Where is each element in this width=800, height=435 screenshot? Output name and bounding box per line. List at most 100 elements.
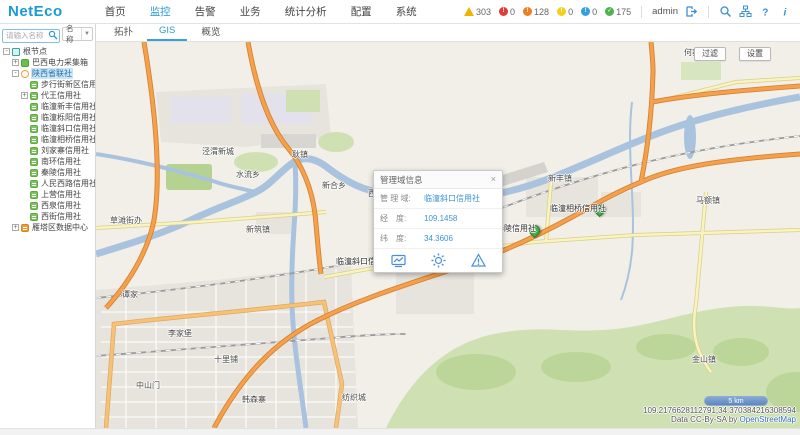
logout-icon[interactable] xyxy=(685,5,698,18)
about-icon[interactable]: i xyxy=(779,5,792,18)
tree-item-label: 人民西路信用社 xyxy=(40,178,95,189)
org-icon xyxy=(21,70,29,78)
expand-icon[interactable]: + xyxy=(12,224,19,231)
filter-dropdown-label: 名称 xyxy=(63,23,81,45)
tree-item-1[interactable]: +巴西电力采集箱 xyxy=(0,57,95,68)
tree-item-label: 西泉信用社 xyxy=(40,200,82,211)
nav-item-3[interactable]: 业务 xyxy=(238,0,263,23)
topbar-right: 303!0!128!0!0✓175 admin ? i xyxy=(464,5,792,18)
openstreetmap-link[interactable]: OpenStreetMap xyxy=(740,415,796,424)
tree-item-2[interactable]: - 陕西省联社 xyxy=(0,68,95,79)
critical-severity-icon: ! xyxy=(499,7,508,16)
svg-text:i: i xyxy=(784,8,787,19)
search-magnifier-icon[interactable] xyxy=(48,27,58,37)
tree-item-12[interactable]: 人民西路信用社 xyxy=(0,178,95,189)
alarm-counter-normal[interactable]: ✓175 xyxy=(605,7,631,17)
alarm-triangle-icon[interactable] xyxy=(471,253,486,268)
tab-gis[interactable]: GIS xyxy=(147,23,187,41)
tree-item-16[interactable]: + 雁塔区数据中心 xyxy=(0,222,95,233)
tree-item-label: 秦陵信用社 xyxy=(40,167,82,178)
filter-button[interactable]: 过滤 xyxy=(694,47,726,61)
managed-domain-popup: 管理域信息 × 管 理 域: 临潼斜口信用社 经 度: 109.1458 纬 度… xyxy=(373,170,503,273)
tree-item-14[interactable]: 西泉信用社 xyxy=(0,200,95,211)
popup-row-label: 管 理 域: xyxy=(380,193,424,204)
expand-icon[interactable]: + xyxy=(12,59,19,66)
help-icon[interactable]: ? xyxy=(759,5,772,18)
alarm-counter-minor[interactable]: !0 xyxy=(557,7,573,17)
map-attribution: Data CC-By-SA by OpenStreetMap xyxy=(671,415,796,424)
site-icon xyxy=(30,114,38,122)
tree-item-9[interactable]: 刘家寨信用社 xyxy=(0,145,95,156)
tree-item-3[interactable]: 步行街新区信用社 xyxy=(0,79,95,90)
settings-button[interactable]: 设置 xyxy=(739,47,771,61)
close-icon[interactable]: × xyxy=(491,175,496,184)
popup-header: 管理域信息 × xyxy=(374,171,502,189)
tree-item-label: 上营信用社 xyxy=(40,189,82,200)
tree-item-label: 雁塔区数据中心 xyxy=(31,222,89,233)
chevron-down-icon: ▼ xyxy=(81,28,92,40)
nav-item-1[interactable]: 监控 xyxy=(148,0,173,23)
tree-item-4[interactable]: +代王信用社 xyxy=(0,90,95,101)
app-logo: NetEco xyxy=(8,3,63,20)
search-filter-dropdown[interactable]: 名称 ▼ xyxy=(62,27,93,41)
nav-item-0[interactable]: 首页 xyxy=(103,0,128,23)
sidebar-search-row: 名称 ▼ xyxy=(0,24,95,44)
scale-bar: 5 km xyxy=(704,396,768,406)
search-icon[interactable] xyxy=(719,5,732,18)
alarm-count: 0 xyxy=(568,7,573,17)
nav-item-4[interactable]: 统计分析 xyxy=(283,0,329,23)
map-canvas[interactable]: 何寨镇泾渭新城耿镇水流乡新合乡西吴镇新丰镇马额镇草滩街办新筑镇金山镇谭家李家堡十… xyxy=(96,42,800,428)
alarm-counter-info[interactable]: !0 xyxy=(581,7,597,17)
alarm-count: 303 xyxy=(476,7,491,17)
managed-domain-link[interactable]: 临潼斜口信用社 xyxy=(424,193,480,204)
map-coordinates: 109.2176628112791,34.370384216308594 xyxy=(643,406,796,415)
tree-item-7[interactable]: 临潼斜口信用社 xyxy=(0,123,95,134)
tree-item-label: 刘家寨信用社 xyxy=(40,145,90,156)
alarm-count: 0 xyxy=(510,7,515,17)
nav-item-6[interactable]: 系统 xyxy=(394,0,419,23)
tab-拓扑[interactable]: 拓扑 xyxy=(102,22,145,41)
alarm-counter-warning-triangle[interactable]: 303 xyxy=(464,7,491,17)
tree-item-label: 陕西省联社 xyxy=(31,68,73,79)
gear-icon[interactable] xyxy=(431,253,446,268)
collapse-icon[interactable]: - xyxy=(12,70,19,77)
site-icon xyxy=(30,169,38,177)
site-icon xyxy=(30,103,38,111)
sitemap-icon[interactable] xyxy=(739,5,752,18)
nav-item-5[interactable]: 配置 xyxy=(349,0,374,23)
tree-item-0[interactable]: - 根节点 xyxy=(0,46,95,57)
alarm-counter-critical[interactable]: !0 xyxy=(499,7,515,17)
info-severity-icon: ! xyxy=(581,7,590,16)
content: 名称 ▼ - 根节点+巴西电力采集箱 - 陕西省联社步行街新区信用社+代王信用社临潼新… xyxy=(0,24,800,428)
tree-item-15[interactable]: 西街信用社 xyxy=(0,211,95,222)
tree-item-6[interactable]: 临潼栎阳信用社 xyxy=(0,112,95,123)
expand-icon[interactable]: + xyxy=(21,92,28,99)
alarm-count: 128 xyxy=(534,7,549,17)
site-icon xyxy=(30,147,38,155)
tree-item-label: 西街信用社 xyxy=(40,211,82,222)
tree-item-8[interactable]: 临潼相桥信用社 xyxy=(0,134,95,145)
nav-item-2[interactable]: 告警 xyxy=(193,0,218,23)
alarm-counter-major[interactable]: !128 xyxy=(523,7,549,17)
site-icon xyxy=(30,81,38,89)
tree-item-10[interactable]: 南环信用社 xyxy=(0,156,95,167)
attribution-text: Data CC-By-SA by xyxy=(671,415,739,424)
tree-item-label: 临潼斜口信用社 xyxy=(40,123,95,134)
tree-item-13[interactable]: 上营信用社 xyxy=(0,189,95,200)
tree-item-label: 根节点 xyxy=(22,46,48,57)
popup-row-latitude: 纬 度: 34.3606 xyxy=(374,229,502,249)
popup-row-domain: 管 理 域: 临潼斜口信用社 xyxy=(374,189,502,209)
tree-item-5[interactable]: 临潼新丰信用社 xyxy=(0,101,95,112)
longitude-value: 109.1458 xyxy=(424,214,457,223)
warning-triangle-icon xyxy=(464,7,474,16)
tab-概览[interactable]: 概览 xyxy=(189,22,232,41)
main-panel: 拓扑GIS概览 xyxy=(96,24,800,428)
performance-icon[interactable] xyxy=(391,253,406,268)
device-tree: -根节点+巴西电力采集箱-陕西省联社步行街新区信用社+代王信用社临潼新丰信用社临… xyxy=(0,44,95,428)
current-user[interactable]: admin xyxy=(652,6,678,17)
popup-actions xyxy=(374,249,502,272)
sidebar: 名称 ▼ - 根节点+巴西电力采集箱 - 陕西省联社步行街新区信用社+代王信用社临潼新… xyxy=(0,24,96,428)
tree-item-11[interactable]: 秦陵信用社 xyxy=(0,167,95,178)
site-icon xyxy=(30,213,38,221)
collapse-icon[interactable]: - xyxy=(3,48,10,55)
